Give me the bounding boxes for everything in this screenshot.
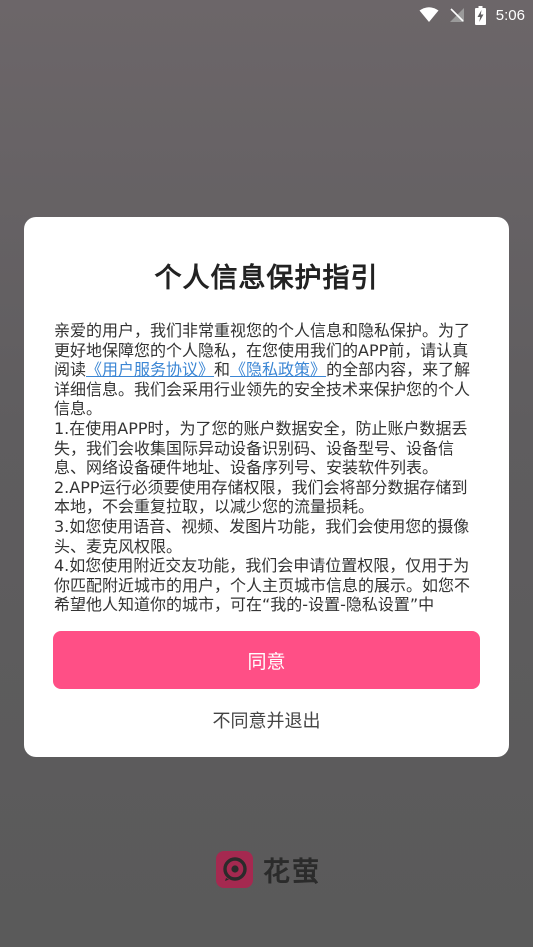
status-bar: 5:06 — [0, 0, 533, 30]
user-agreement-link[interactable]: 《用户服务协议》 — [86, 360, 214, 379]
agree-button[interactable]: 同意 — [53, 631, 480, 689]
dialog-title: 个人信息保护指引 — [154, 263, 379, 294]
brand-name: 花萤 — [263, 856, 321, 888]
huaying-logo-icon — [216, 850, 253, 888]
list-item: 2.APP运行必须要使用存储权限，我们会将部分数据存储到本地，不会重复拉取，以减… — [54, 477, 468, 517]
disagree-exit-button[interactable]: 不同意并退出 — [24, 707, 509, 733]
signal-off-icon — [449, 7, 465, 23]
privacy-dialog: 个人信息保护指引 亲爱的用户，我们非常重视您的个人信息和隐私保护。为了更好地保障… — [24, 217, 509, 757]
intro-paragraph: 亲爱的用户，我们非常重视您的个人信息和隐私保护。为了更好地保障您的个人隐私，在您… — [54, 321, 479, 419]
status-time: 5:06 — [495, 6, 525, 24]
privacy-policy-link[interactable]: 《隐私政策》 — [230, 360, 326, 379]
intro-connector: 和 — [214, 360, 231, 380]
list-item: 1.在使用APP时，为了您的账户数据安全，防止账户数据丢失，我们会收集国际异动设… — [54, 418, 468, 478]
dialog-body[interactable]: 亲爱的用户，我们非常重视您的个人信息和隐私保护。为了更好地保障您的个人隐私，在您… — [54, 321, 479, 619]
brand-footer: 花萤 — [216, 850, 321, 888]
list-item: 3.如您使用语音、视频、发图片功能，我们会使用您的摄像头、麦克风权限。 — [54, 516, 470, 556]
list-item: 4.如您使用附近交友功能，我们会申请位置权限，仅用于为你匹配附近城市的用户，个人… — [54, 556, 471, 615]
battery-charging-icon — [474, 5, 486, 25]
wifi-icon — [419, 7, 439, 23]
